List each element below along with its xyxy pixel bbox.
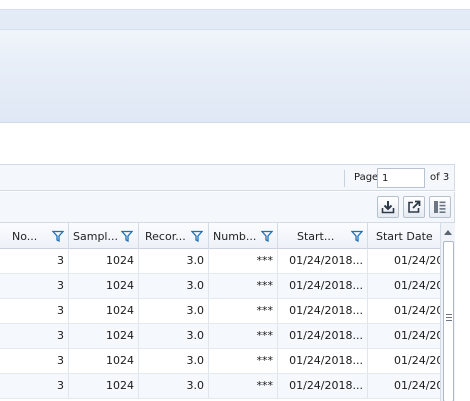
grid-header: No... Sampl... Recor... Numb... Start...… bbox=[0, 223, 440, 249]
table-row[interactable]: 3 1024 3.0 *** 01/24/2018... 01/24/20 bbox=[0, 274, 440, 299]
cell-number: *** bbox=[209, 349, 278, 373]
filter-icon[interactable] bbox=[261, 230, 273, 242]
cell-sample: 1024 bbox=[69, 274, 139, 298]
filter-icon[interactable] bbox=[351, 230, 363, 242]
open-external-button[interactable] bbox=[403, 196, 425, 218]
cell-number: *** bbox=[209, 374, 278, 398]
cell-start: 01/24/2018... bbox=[278, 274, 368, 298]
column-header-start[interactable]: Start... bbox=[278, 223, 368, 249]
filter-icon[interactable] bbox=[52, 230, 64, 242]
cell-no: 3 bbox=[0, 249, 69, 273]
cell-start: 01/24/2018... bbox=[278, 374, 368, 398]
cell-start: 01/24/2018... bbox=[278, 324, 368, 348]
column-header-number[interactable]: Numb... bbox=[209, 223, 278, 249]
cell-start-date: 01/24/20 bbox=[394, 254, 440, 267]
cell-record: 3.0 bbox=[139, 349, 209, 373]
page-label: Page bbox=[354, 172, 379, 183]
pager-bar: Page of 3 bbox=[0, 164, 455, 191]
export-button[interactable] bbox=[377, 196, 399, 218]
cell-start-date: 01/24/20 bbox=[394, 329, 440, 342]
download-icon bbox=[381, 201, 395, 214]
cell-no: 3 bbox=[0, 349, 69, 373]
column-header-label: No... bbox=[12, 230, 38, 243]
cell-no: 3 bbox=[0, 324, 69, 348]
scrollbar-thumb[interactable] bbox=[443, 241, 454, 401]
top-strip bbox=[0, 9, 470, 30]
cell-start-date: 01/24/20 bbox=[394, 354, 440, 367]
cell-number: *** bbox=[209, 274, 278, 298]
cell-no: 3 bbox=[0, 374, 69, 398]
cell-start-date: 01/24/20 bbox=[394, 379, 440, 392]
cell-sample: 1024 bbox=[69, 349, 139, 373]
cell-number: *** bbox=[209, 324, 278, 348]
external-link-icon bbox=[408, 200, 421, 213]
table-row[interactable]: 3 1024 3.0 *** 01/24/2018... 01/24/20 bbox=[0, 324, 440, 349]
cell-start: 01/24/2018... bbox=[278, 349, 368, 373]
grid-toolbar bbox=[0, 192, 455, 222]
cell-no: 3 bbox=[0, 274, 69, 298]
cell-start-date: 01/24/20 bbox=[394, 304, 440, 317]
cell-sample: 1024 bbox=[69, 374, 139, 398]
cell-start-date: 01/24/20 bbox=[394, 279, 440, 292]
header-banner bbox=[0, 30, 470, 123]
table-row[interactable]: 3 1024 3.0 *** 01/24/2018... 01/24/20 bbox=[0, 299, 440, 324]
column-header-label: Sampl... bbox=[73, 230, 118, 243]
cell-number: *** bbox=[209, 249, 278, 273]
filter-icon[interactable] bbox=[121, 230, 133, 242]
page-count-label: of 3 bbox=[430, 172, 450, 183]
column-header-start-date[interactable]: Start Date bbox=[368, 223, 440, 249]
filter-icon[interactable] bbox=[191, 230, 203, 242]
scroll-up-icon[interactable] bbox=[444, 230, 452, 235]
cell-sample: 1024 bbox=[69, 324, 139, 348]
data-grid: No... Sampl... Recor... Numb... Start...… bbox=[0, 222, 455, 401]
column-header-label: Start... bbox=[297, 230, 335, 243]
table-row[interactable]: 3 1024 3.0 *** 01/24/2018... 01/24/20 bbox=[0, 374, 440, 399]
cell-record: 3.0 bbox=[139, 299, 209, 323]
cell-no: 3 bbox=[0, 299, 69, 323]
column-header-no[interactable]: No... bbox=[0, 223, 69, 249]
column-chooser-button[interactable] bbox=[429, 196, 451, 218]
cell-record: 3.0 bbox=[139, 274, 209, 298]
column-header-label: Recor... bbox=[145, 230, 186, 243]
cell-record: 3.0 bbox=[139, 374, 209, 398]
page-number-input[interactable] bbox=[377, 168, 425, 188]
vertical-scrollbar[interactable] bbox=[440, 223, 455, 401]
column-chooser-icon bbox=[434, 201, 446, 213]
cell-sample: 1024 bbox=[69, 299, 139, 323]
cell-sample: 1024 bbox=[69, 249, 139, 273]
table-row[interactable]: 3 1024 3.0 *** 01/24/2018... 01/24/20 bbox=[0, 349, 440, 374]
pager-separator bbox=[344, 170, 345, 187]
cell-number: *** bbox=[209, 299, 278, 323]
cell-record: 3.0 bbox=[139, 324, 209, 348]
grip-icon bbox=[446, 314, 452, 321]
cell-record: 3.0 bbox=[139, 249, 209, 273]
column-header-sample[interactable]: Sampl... bbox=[69, 223, 139, 249]
column-header-label: Numb... bbox=[213, 230, 257, 243]
column-header-record[interactable]: Recor... bbox=[139, 223, 209, 249]
table-row[interactable]: 3 1024 3.0 *** 01/24/2018... 01/24/20 bbox=[0, 249, 440, 274]
cell-start: 01/24/2018... bbox=[278, 299, 368, 323]
cell-start: 01/24/2018... bbox=[278, 249, 368, 273]
column-header-label: Start Date bbox=[376, 230, 433, 243]
